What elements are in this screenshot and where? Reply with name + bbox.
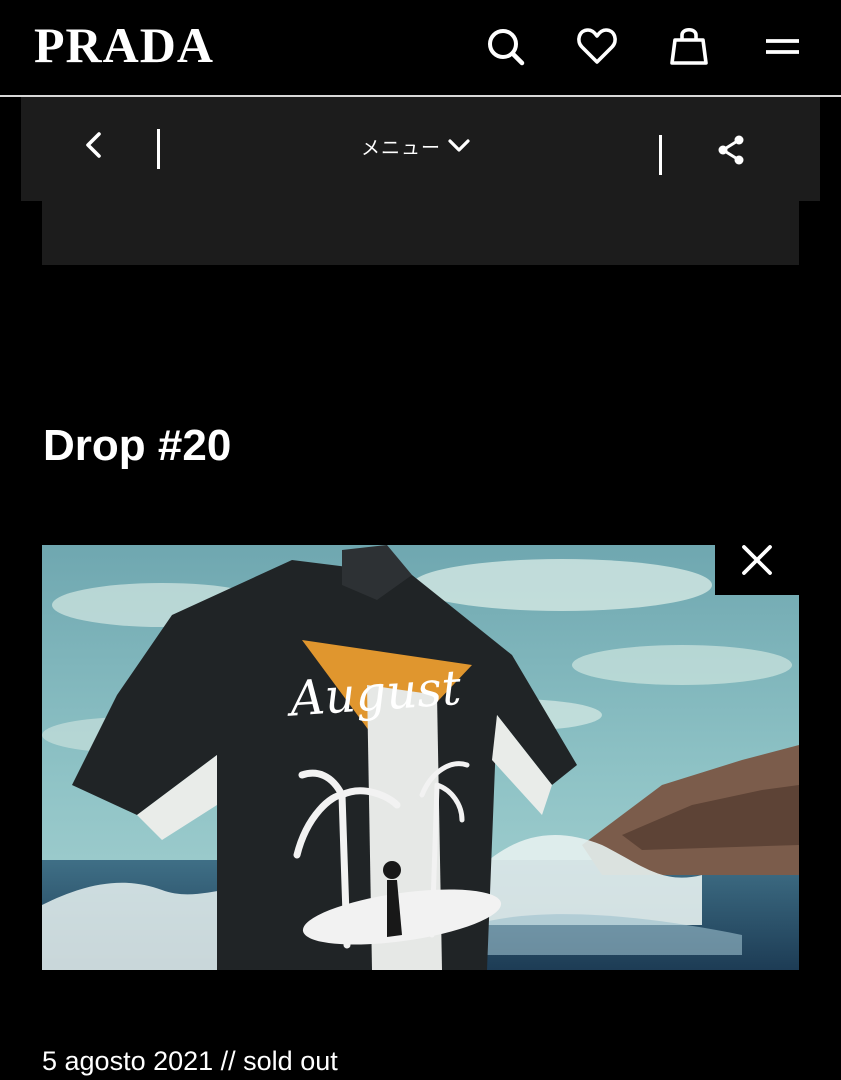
- share-icon: [718, 135, 744, 165]
- wishlist-button[interactable]: [575, 24, 619, 68]
- main-menu-button[interactable]: [760, 24, 804, 68]
- menu-dropdown[interactable]: メニュー: [361, 131, 471, 161]
- shopping-bag-icon: [670, 27, 708, 65]
- search-icon: [488, 29, 525, 66]
- prada-logo[interactable]: PRADA: [34, 18, 214, 72]
- nav-divider-left: [157, 129, 160, 169]
- cart-button[interactable]: [667, 24, 711, 68]
- back-button[interactable]: [79, 127, 109, 163]
- sub-navigation-panel: [42, 201, 799, 265]
- drop-video-still[interactable]: August: [42, 545, 799, 970]
- share-button[interactable]: [715, 133, 747, 167]
- chevron-left-icon: [86, 132, 101, 158]
- close-icon: [742, 544, 772, 575]
- sub-navigation-bar: メニュー: [21, 97, 820, 201]
- page-title: Drop #20: [43, 421, 232, 470]
- heart-icon: [577, 28, 617, 64]
- nav-divider-right: [659, 135, 662, 175]
- site-header: PRADA: [0, 0, 841, 95]
- menu-dropdown-label: メニュー: [361, 136, 442, 159]
- chevron-down-icon: [448, 139, 470, 152]
- drop-caption: 5 agosto 2021 // sold out: [42, 1046, 338, 1076]
- search-button[interactable]: [483, 24, 527, 68]
- close-button[interactable]: [715, 524, 799, 595]
- hamburger-menu-icon: [766, 39, 799, 54]
